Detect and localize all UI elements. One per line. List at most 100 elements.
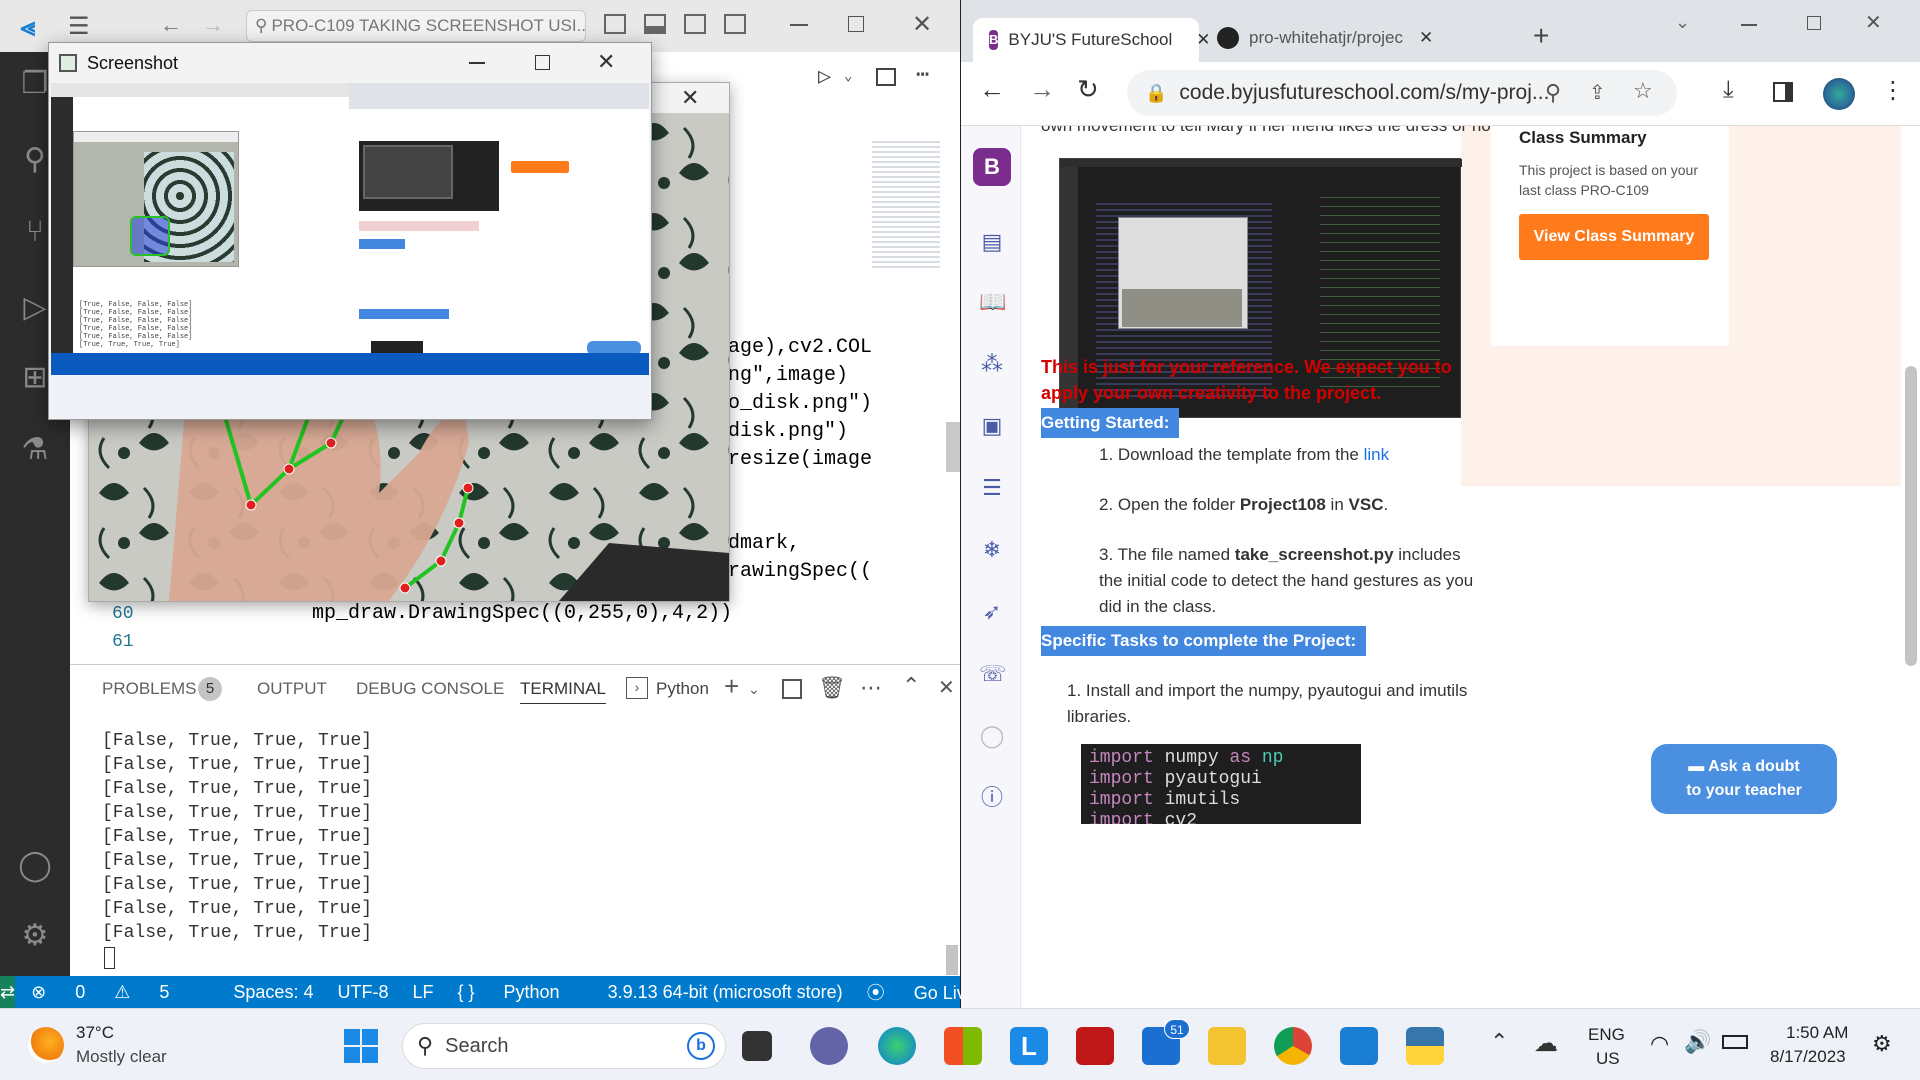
task-view-icon[interactable]	[742, 1031, 772, 1061]
weather-icon[interactable]	[28, 1027, 64, 1063]
python-icon[interactable]	[1406, 1027, 1444, 1065]
layout-customize-icon[interactable]	[724, 14, 746, 34]
minimize-icon[interactable]	[469, 62, 485, 64]
tab-github[interactable]: pro-whitehatjr/projec ✕	[1217, 18, 1441, 58]
volume-icon[interactable]: 🔊	[1684, 1029, 1711, 1055]
back-icon[interactable]: ←	[979, 74, 1005, 105]
minimize-icon[interactable]	[1741, 24, 1757, 26]
lang-1[interactable]: ENG	[1588, 1025, 1625, 1045]
lang-2[interactable]: US	[1596, 1049, 1620, 1069]
layout-secondary-icon[interactable]	[684, 14, 706, 34]
tab-output[interactable]: OUTPUT	[257, 679, 327, 699]
mcafee-icon[interactable]	[1076, 1027, 1114, 1065]
maximize-panel-icon[interactable]: ⌃	[902, 673, 920, 699]
document-icon[interactable]: ☰	[979, 476, 1005, 502]
more-actions-icon[interactable]: ⋯	[916, 62, 929, 88]
layout-panel-icon[interactable]	[644, 14, 666, 34]
maximize-icon[interactable]	[535, 55, 550, 70]
ask-doubt-button[interactable]: ▬ Ask a doubt to your teacher	[1651, 744, 1837, 814]
file-explorer-icon[interactable]	[1208, 1027, 1246, 1065]
tab-search-icon[interactable]: ⌄	[1675, 12, 1690, 33]
taskbar-search[interactable]: ⚲ Search b	[402, 1023, 726, 1069]
problems-status[interactable]: ⊗ 0 ⚠ 5	[31, 982, 193, 1003]
battery-icon[interactable]	[1722, 1035, 1748, 1049]
onedrive-icon[interactable]: ☁	[1534, 1029, 1558, 1058]
reload-icon[interactable]: ↻	[1077, 74, 1099, 105]
vscode-logo-icon[interactable]: ⪡	[14, 12, 42, 40]
split-terminal-icon[interactable]	[782, 679, 802, 699]
store-icon[interactable]	[944, 1027, 982, 1065]
maximize-icon[interactable]	[1807, 16, 1821, 30]
close-icon[interactable]: ✕	[1865, 10, 1882, 35]
accounts-icon[interactable]: ◯	[15, 846, 55, 886]
teams-icon[interactable]	[810, 1027, 848, 1065]
screenshot-titlebar[interactable]: Screenshot ✕	[49, 43, 651, 83]
chrome-menu-icon[interactable]: ⋮	[1881, 76, 1905, 105]
menu-icon[interactable]: ☰	[68, 12, 90, 40]
indentation[interactable]: Spaces: 4	[233, 982, 313, 1003]
download-icon[interactable]: ⤓	[1723, 76, 1734, 104]
close-icon[interactable]: ✕	[912, 10, 932, 39]
vscode-icon[interactable]	[1340, 1027, 1378, 1065]
screenshot-window[interactable]: Screenshot ✕ [True, False, False, False]…	[48, 42, 652, 420]
forward-icon[interactable]: →	[1029, 74, 1055, 105]
profile-icon[interactable]: ◯	[979, 724, 1005, 750]
run-dropdown-icon[interactable]: ⌄	[844, 68, 852, 85]
minimize-icon[interactable]	[790, 24, 808, 26]
editor-scrollbar[interactable]	[946, 422, 960, 472]
share-icon[interactable]: ⇪	[1589, 80, 1606, 105]
new-tab-icon[interactable]: +	[1533, 20, 1549, 52]
remote-icon[interactable]: ⇄	[0, 976, 16, 1008]
bookmark-star-icon[interactable]: ☆	[1633, 78, 1653, 104]
testing-icon[interactable]: ⚗	[15, 430, 55, 470]
address-bar[interactable]: 🔒 code.byjusfutureschool.com/s/my-proj..…	[1127, 70, 1677, 116]
close-panel-icon[interactable]: ✕	[938, 675, 955, 700]
tab-byjus[interactable]: B BYJU'S FutureSchool ✕	[973, 18, 1211, 62]
back-arrow-icon[interactable]: ←	[160, 12, 182, 38]
edge-icon[interactable]	[878, 1027, 916, 1065]
snowflake-icon[interactable]: ❄	[979, 538, 1005, 564]
maximize-icon[interactable]	[848, 16, 864, 32]
language-mode[interactable]: { } Python	[457, 982, 583, 1003]
windows-start-icon[interactable]	[344, 1029, 378, 1063]
terminal-dropdown-icon[interactable]: ⌄	[748, 681, 760, 698]
terminal-scrollbar[interactable]	[946, 945, 958, 975]
close-icon[interactable]: ✕	[597, 49, 615, 75]
more-icon[interactable]: ⋯	[860, 675, 882, 701]
eol[interactable]: LF	[412, 982, 433, 1003]
tab-problems[interactable]: PROBLEMS	[102, 679, 196, 699]
forward-arrow-icon[interactable]: →	[202, 12, 224, 38]
avatar[interactable]	[1823, 78, 1855, 110]
interpreter[interactable]: 3.9.13 64-bit (microsoft store)	[608, 982, 843, 1003]
split-editor-icon[interactable]	[876, 68, 896, 86]
notifications-icon[interactable]: ⚙	[1872, 1031, 1892, 1057]
close-icon[interactable]: ✕	[681, 85, 699, 111]
close-tab-icon[interactable]: ✕	[1196, 30, 1210, 50]
view-class-summary-button[interactable]: View Class Summary	[1519, 214, 1709, 260]
minimap[interactable]	[872, 138, 940, 268]
tab-terminal[interactable]: TERMINAL	[520, 679, 606, 704]
clock-date[interactable]: 8/17/2023	[1770, 1047, 1846, 1067]
trash-icon[interactable]: 🗑	[818, 675, 846, 701]
tab-debug-console[interactable]: DEBUG CONSOLE	[356, 679, 504, 699]
command-center[interactable]: ⚲ PRO-C109 TAKING SCREENSHOT USI...	[246, 10, 586, 42]
zoom-icon[interactable]: ⚲	[1545, 80, 1561, 106]
close-tab-icon[interactable]: ✕	[1419, 28, 1433, 48]
template-link[interactable]: link	[1364, 445, 1390, 464]
side-panel-icon[interactable]	[1773, 82, 1793, 102]
byjus-logo-icon[interactable]: B	[973, 148, 1011, 186]
class-icon[interactable]: ▤	[979, 230, 1005, 256]
chrome-icon[interactable]	[1274, 1027, 1312, 1065]
weather-temp[interactable]: 37°C	[76, 1023, 114, 1043]
wifi-icon[interactable]: ◠	[1650, 1031, 1669, 1057]
show-hidden-icon[interactable]: ⌃	[1490, 1029, 1508, 1055]
settings-gear-icon[interactable]: ⚙	[15, 916, 55, 956]
activities-icon[interactable]: ⁂	[979, 352, 1005, 378]
lenovo-icon[interactable]: L	[1010, 1027, 1048, 1065]
notes-icon[interactable]: ▣	[979, 414, 1005, 440]
support-icon[interactable]: ☏	[979, 662, 1007, 688]
weather-desc[interactable]: Mostly clear	[76, 1047, 167, 1067]
info-icon[interactable]: ⓘ	[979, 786, 1005, 812]
terminal-profile[interactable]: Python	[656, 679, 709, 699]
run-icon[interactable]: ▷	[818, 64, 831, 90]
